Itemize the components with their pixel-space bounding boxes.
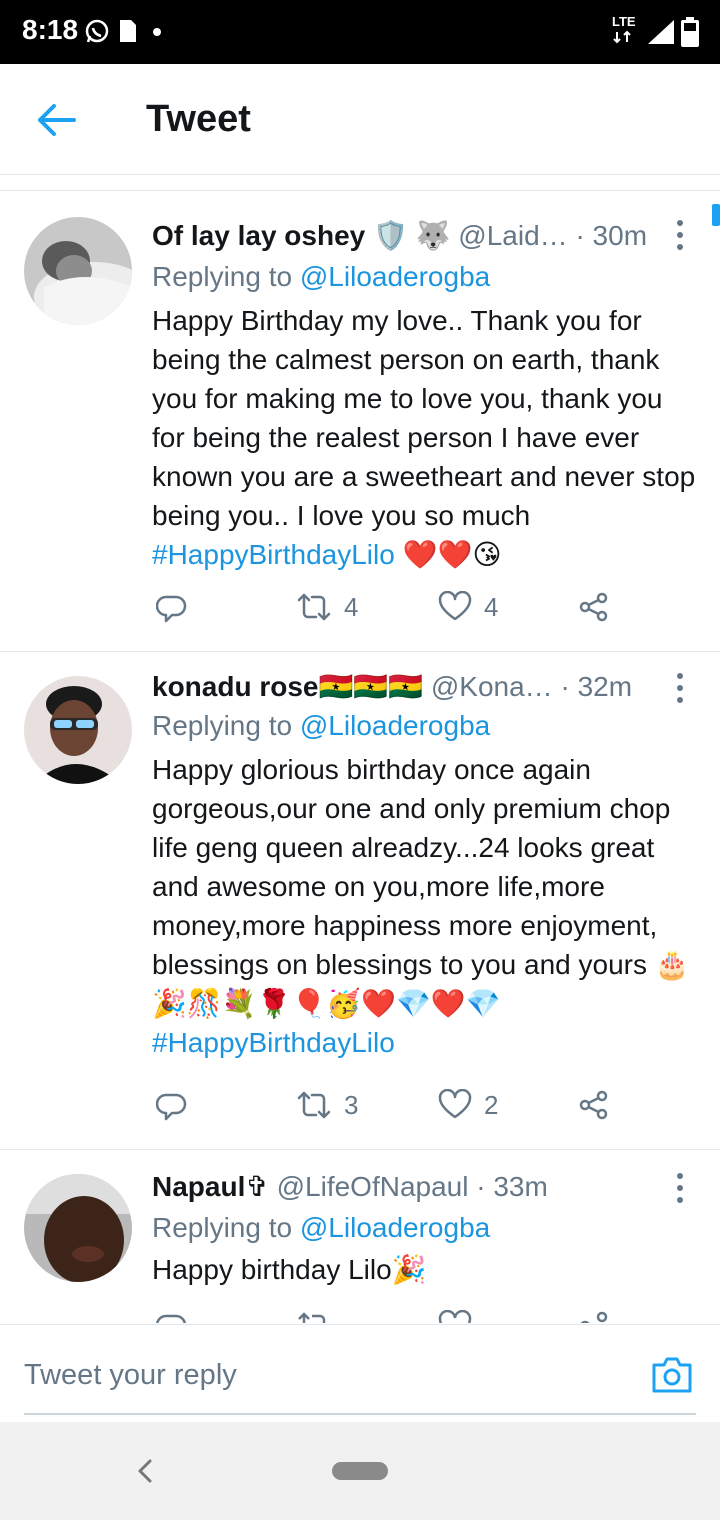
like-count: 2 <box>484 1089 499 1120</box>
like-button[interactable]: 2 <box>438 1089 498 1121</box>
replying-to: Replying to @Liloaderogba <box>152 1212 490 1244</box>
user-name[interactable]: Napaul <box>152 1171 245 1202</box>
avatar[interactable] <box>24 1174 132 1282</box>
system-nav-bar <box>0 1422 720 1520</box>
replies-feed[interactable]: Of lay lay oshey 🛡️ 🐺 @Laid… · 30m Reply… <box>0 190 720 1323</box>
name-emojis: ✞ <box>245 1171 269 1202</box>
reply-button[interactable] <box>156 1310 188 1323</box>
signal-icon <box>648 20 674 44</box>
like-button[interactable] <box>438 1310 472 1323</box>
tweet-item[interactable]: Napaul✞ @LifeOfNapaul · 33m Replying to … <box>0 1150 720 1323</box>
tweet-body: Happy glorious birthday once again gorge… <box>152 754 671 980</box>
name-emojis: 🇬🇭🇬🇭🇬🇭 <box>318 671 424 702</box>
retweet-icon <box>297 1091 331 1119</box>
reply-icon <box>156 1314 186 1323</box>
share-icon <box>579 592 608 622</box>
reply-mention-link[interactable]: @Liloaderogba <box>300 710 490 741</box>
retweet-button[interactable]: 4 <box>296 591 358 623</box>
like-count: 4 <box>484 591 499 622</box>
tweet-header: Of lay lay oshey 🛡️ 🐺 @Laid… · 30m <box>152 219 647 252</box>
replying-to-label: Replying to <box>152 1212 293 1243</box>
user-handle[interactable]: @Kona… <box>431 671 553 702</box>
avatar[interactable] <box>24 217 132 325</box>
more-options-icon[interactable] <box>670 217 690 253</box>
tweet-actions: 4 4 <box>152 591 672 631</box>
heart-icon <box>438 1089 472 1119</box>
tweet-body: Happy Birthday my love.. Thank you for b… <box>152 305 696 531</box>
retweet-button[interactable]: 3 <box>296 1089 358 1121</box>
heart-icon <box>438 1310 472 1323</box>
data-arrows-icon <box>613 30 631 44</box>
share-icon <box>579 1090 608 1120</box>
like-button[interactable]: 4 <box>438 591 498 623</box>
whatsapp-icon <box>85 19 109 43</box>
nav-home-pill[interactable] <box>332 1462 388 1480</box>
back-arrow-icon[interactable] <box>34 102 78 138</box>
reply-icon <box>156 595 187 623</box>
page-title: Tweet <box>146 98 251 140</box>
nav-back-icon[interactable] <box>136 1458 154 1484</box>
replying-to: Replying to @Liloaderogba <box>152 710 490 742</box>
more-options-icon[interactable] <box>670 670 690 706</box>
battery-icon <box>681 17 699 47</box>
user-name[interactable]: konadu rose <box>152 671 318 702</box>
tweet-time: · 33m <box>476 1171 548 1202</box>
status-time: 8:18 <box>22 14 79 45</box>
retweet-icon <box>297 593 331 621</box>
tweet-body: Happy birthday Lilo <box>152 1254 392 1285</box>
tweet-text: Happy birthday Lilo🎉 <box>152 1250 702 1289</box>
share-button[interactable] <box>578 1089 610 1121</box>
dot-icon <box>153 28 161 36</box>
share-icon <box>580 1311 608 1323</box>
status-bar: 8:18 LTE <box>0 0 720 64</box>
user-handle[interactable]: @LifeOfNapaul <box>277 1171 469 1202</box>
name-emojis: 🛡️ 🐺 <box>373 220 451 251</box>
trailing-emojis: ❤️❤️😘 <box>402 539 502 570</box>
avatar[interactable] <box>24 676 132 784</box>
retweet-count: 4 <box>344 591 359 622</box>
reply-button[interactable] <box>156 591 188 623</box>
reply-icon <box>156 1093 187 1121</box>
scrollbar-thumb[interactable] <box>712 204 720 226</box>
composer-underline <box>24 1413 696 1415</box>
tweet-text: Happy Birthday my love.. Thank you for b… <box>152 301 702 574</box>
replying-to-label: Replying to <box>152 710 293 741</box>
app-bar: Tweet <box>0 64 720 175</box>
retweet-icon <box>298 1312 326 1323</box>
tweet-text: Happy glorious birthday once again gorge… <box>152 750 702 1062</box>
share-button[interactable] <box>578 591 610 623</box>
reply-input[interactable]: Tweet your reply <box>24 1359 237 1392</box>
heart-icon <box>438 591 472 621</box>
notification-doc-icon <box>120 20 136 42</box>
replying-to-label: Replying to <box>152 261 293 292</box>
trailing-emojis: 🎉 <box>391 1254 427 1285</box>
reply-mention-link[interactable]: @Liloaderogba <box>300 261 490 292</box>
replying-to: Replying to @Liloaderogba <box>152 261 490 293</box>
tweet-actions: 3 2 <box>152 1089 672 1129</box>
share-button[interactable] <box>578 1310 610 1323</box>
tweet-time: · 32m <box>560 671 633 702</box>
hashtag-link[interactable]: #HappyBirthdayLilo <box>152 539 395 570</box>
retweet-count: 3 <box>344 1089 359 1120</box>
user-name[interactable]: Of lay lay oshey <box>152 220 365 251</box>
reply-composer[interactable]: Tweet your reply <box>0 1324 720 1423</box>
retweet-button[interactable] <box>296 1310 332 1323</box>
tweet-actions <box>152 1310 672 1323</box>
user-handle[interactable]: @Laid… <box>458 220 567 251</box>
more-options-icon[interactable] <box>670 1170 690 1206</box>
tweet-header: Napaul✞ @LifeOfNapaul · 33m <box>152 1170 548 1203</box>
reply-mention-link[interactable]: @Liloaderogba <box>300 1212 490 1243</box>
reply-button[interactable] <box>156 1089 188 1121</box>
tweet-item[interactable]: Of lay lay oshey 🛡️ 🐺 @Laid… · 30m Reply… <box>0 191 720 652</box>
tweet-item[interactable]: konadu rose🇬🇭🇬🇭🇬🇭 @Kona… · 32m Replying … <box>0 652 720 1150</box>
hashtag-link[interactable]: #HappyBirthdayLilo <box>152 1027 395 1058</box>
tweet-time: · 30m <box>575 220 648 251</box>
lte-label: LTE <box>612 14 636 29</box>
camera-icon[interactable] <box>650 1355 694 1395</box>
tweet-header: konadu rose🇬🇭🇬🇭🇬🇭 @Kona… · 32m <box>152 670 632 703</box>
